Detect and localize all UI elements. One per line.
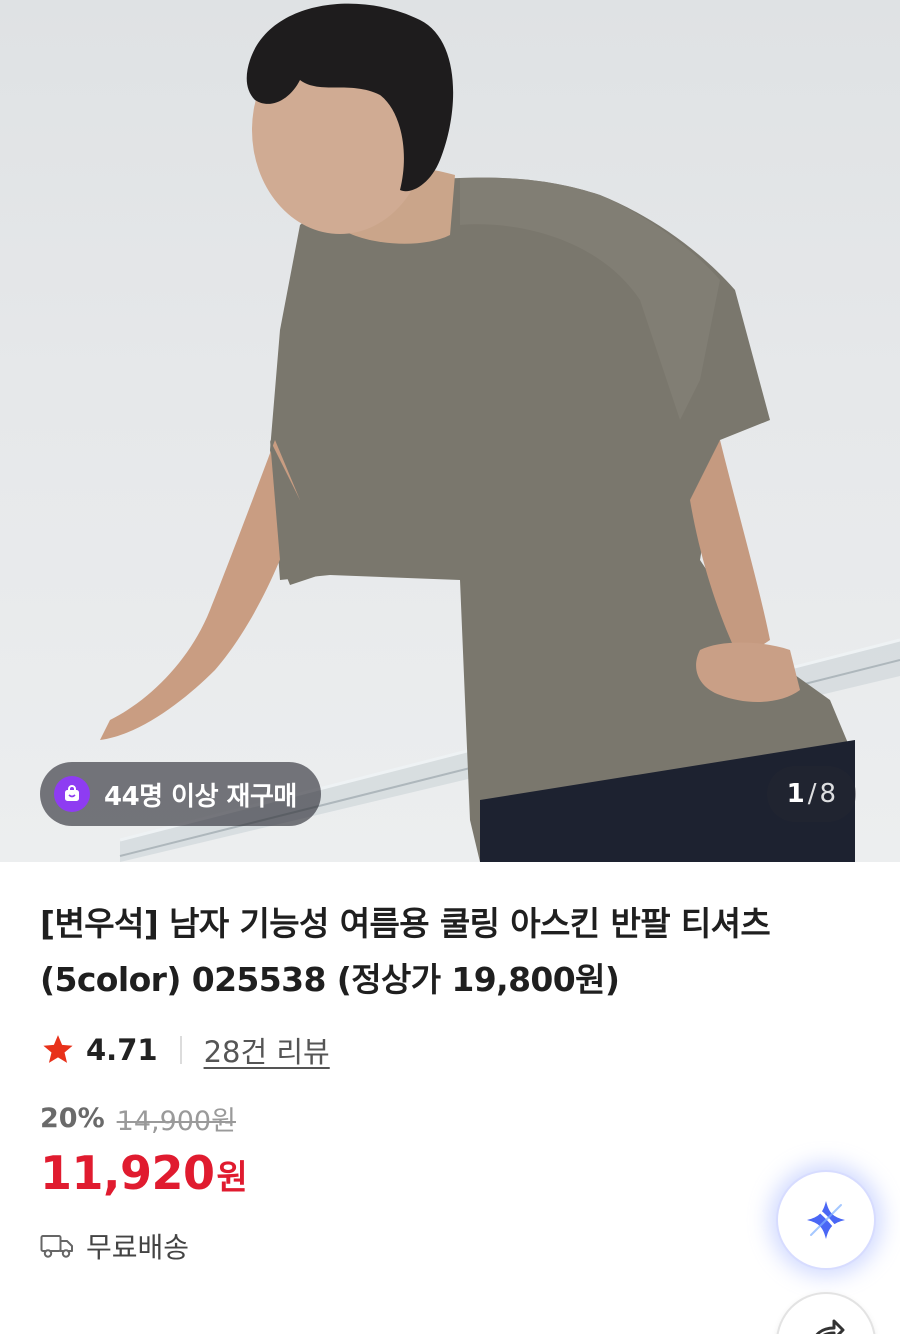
shopping-bag-icon — [54, 776, 90, 812]
share-button[interactable] — [778, 1294, 874, 1334]
product-photo — [100, 3, 900, 862]
original-price: 14,900원 — [116, 1105, 236, 1137]
rating-value: 4.71 — [86, 1033, 158, 1067]
image-counter-separator: / — [807, 779, 817, 809]
product-image-carousel[interactable]: 44명 이상 재구매 1 / 8 — [0, 0, 900, 862]
shipping-row: 무료배송 — [40, 1226, 860, 1266]
repurchase-badge-label: 44명 이상 재구매 — [104, 781, 297, 812]
star-icon — [43, 1035, 73, 1063]
discount-rate: 20% — [40, 1102, 105, 1134]
product-title: [변우석] 남자 기능성 여름용 쿨링 아스킨 반팔 티셔츠 (5color) … — [40, 904, 771, 999]
share-icon — [815, 1319, 845, 1334]
repurchase-badge: 44명 이상 재구매 — [40, 762, 321, 826]
discount-row: 20% 14,900원 — [40, 1100, 860, 1137]
shipping-label: 무료배송 — [86, 1231, 190, 1264]
ai-assistant-button[interactable] — [778, 1172, 874, 1268]
sale-price-unit: 원 — [216, 1158, 248, 1198]
rating-row: 4.71 28건 리뷰 — [40, 1030, 860, 1070]
product-info: [변우석] 남자 기능성 여름용 쿨링 아스킨 반팔 티셔츠 (5color) … — [40, 896, 860, 1266]
rating-divider — [179, 1036, 182, 1064]
review-count-link[interactable]: 28건 리뷰 — [204, 1029, 330, 1071]
sale-price-row: 11,920 원 — [40, 1146, 860, 1200]
image-counter: 1 / 8 — [766, 766, 856, 822]
sparkle-icon — [807, 1201, 845, 1239]
truck-icon — [40, 1235, 73, 1258]
product-detail-page: 44명 이상 재구매 1 / 8 [변우석] 남자 기능성 여름용 쿨링 아스킨… — [0, 0, 900, 1334]
image-counter-current: 1 — [786, 779, 805, 809]
sale-price: 11,920 — [40, 1146, 215, 1200]
image-counter-total: 8 — [819, 779, 836, 809]
